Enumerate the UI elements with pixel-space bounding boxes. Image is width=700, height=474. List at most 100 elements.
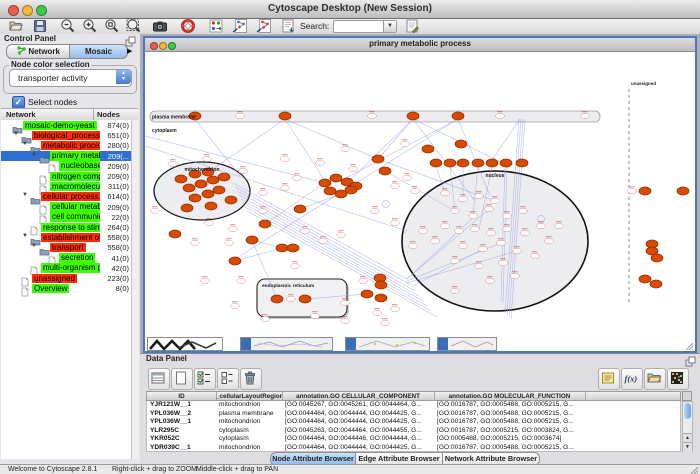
network-node-selected-color[interactable]: [430, 159, 442, 167]
network-node-selected-color[interactable]: [372, 155, 384, 163]
network-node[interactable]: [499, 260, 508, 265]
zoom-selected-icon[interactable]: [102, 19, 122, 33]
attribute-editor-icon[interactable]: [598, 368, 620, 390]
disclosure-arrow-icon[interactable]: ▼: [31, 152, 37, 158]
network-node[interactable]: [203, 156, 212, 161]
disclosure-arrow-icon[interactable]: ▼: [22, 233, 28, 239]
network-node[interactable]: [259, 208, 268, 213]
network-node-selected-color[interactable]: [287, 244, 299, 252]
disclosure-arrow-icon[interactable]: ▼: [22, 192, 28, 198]
network-node-selected-color[interactable]: [259, 220, 271, 228]
network-node-selected-color[interactable]: [345, 186, 357, 194]
network-node[interactable]: [409, 243, 418, 248]
new-attribute-icon[interactable]: [171, 368, 193, 390]
minimized-window-4[interactable]: [437, 337, 497, 351]
tree-row-primary-metabo[interactable]: ▼primary metabo209(...: [1, 151, 131, 161]
network-node-selected-color[interactable]: [207, 176, 219, 184]
network-node-selected-color[interactable]: [189, 194, 201, 202]
column-options-button[interactable]: [682, 391, 692, 401]
tree-row-macromolecule[interactable]: macromolecule311(0): [1, 181, 131, 191]
minimized-window-2[interactable]: [240, 337, 333, 351]
tree-row-cellular-metabo[interactable]: cellular metabo209(0): [1, 202, 131, 212]
network-node[interactable]: [169, 161, 178, 166]
network-node[interactable]: [261, 316, 270, 321]
scroll-down-button[interactable]: ▼: [683, 442, 692, 452]
network-node-selected-color[interactable]: [324, 187, 336, 195]
network-node[interactable]: [371, 208, 380, 213]
tree-row-cellular-process[interactable]: ▼cellular process614(0): [1, 191, 131, 201]
network-node-selected-color[interactable]: [205, 202, 217, 210]
network-node[interactable]: [311, 313, 320, 318]
network-node[interactable]: [337, 232, 346, 237]
tree-row-mosaic-demo-yeast[interactable]: mosaic-demo-yeast874(0): [1, 120, 131, 130]
network-node[interactable]: [341, 146, 350, 151]
tree-row-unassigned[interactable]: unassigned223(0): [1, 273, 131, 283]
network-node-selected-color[interactable]: [422, 145, 434, 153]
disclosure-arrow-icon[interactable]: ▼: [13, 131, 19, 137]
network-node[interactable]: [459, 196, 468, 201]
network-node[interactable]: [451, 208, 460, 213]
table-row[interactable]: YPL036W__1mitochondrion[GO:0044464, GO:0…: [147, 418, 680, 427]
network-node-selected-color[interactable]: [379, 167, 391, 175]
import-attributes-icon[interactable]: [644, 368, 666, 390]
network-node-selected-color[interactable]: [457, 159, 469, 167]
vizmapper-icon[interactable]: [206, 19, 226, 33]
tab-mosaic[interactable]: Mosaic: [69, 44, 128, 59]
tree-row-transport[interactable]: ▼transport558(0): [1, 242, 131, 252]
network-node-selected-color[interactable]: [183, 184, 195, 192]
new-network-from-selected-nodes-icon[interactable]: [230, 19, 250, 33]
network-node[interactable]: [231, 303, 240, 308]
network-node[interactable]: [401, 141, 410, 146]
network-node[interactable]: [555, 223, 564, 228]
search-dropdown-button[interactable]: ▼: [383, 21, 396, 32]
tree-row-secretion[interactable]: secretion41(0): [1, 253, 131, 263]
network-node-selected-color[interactable]: [516, 159, 528, 167]
network-node[interactable]: [479, 246, 488, 251]
network-node[interactable]: [391, 220, 400, 225]
network-node[interactable]: [287, 296, 296, 301]
network-node[interactable]: [581, 113, 590, 118]
network-node[interactable]: [341, 300, 350, 305]
network-node[interactable]: [201, 278, 210, 283]
table-row[interactable]: YPL036W__2plasma membrane[GO:0044464, GO…: [147, 410, 680, 419]
window-resize-grip[interactable]: [686, 343, 693, 350]
network-node-selected-color[interactable]: [299, 295, 311, 303]
network-node[interactable]: [391, 183, 400, 188]
network-node[interactable]: [451, 288, 460, 293]
table-scrollbar[interactable]: ▲ ▼: [682, 401, 693, 452]
minimized-window-3[interactable]: [345, 337, 430, 351]
column-header-annotation-go-molecular-function[interactable]: annotation.GO MOLECULAR_FUNCTION: [434, 392, 586, 401]
network-node[interactable]: [319, 238, 328, 243]
network-node[interactable]: [485, 206, 494, 211]
network-node[interactable]: [521, 230, 530, 235]
table-row[interactable]: YJR121W__1mitochondrion[GO:0045267, GO:0…: [147, 401, 680, 410]
network-node-selected-color[interactable]: [500, 159, 512, 167]
network-node[interactable]: [503, 226, 512, 231]
network-node[interactable]: [519, 208, 528, 213]
network-node[interactable]: [391, 306, 400, 311]
network-node[interactable]: [205, 220, 214, 225]
network-window-titlebar[interactable]: primary metabolic process: [145, 38, 695, 52]
tree-row-overview[interactable]: Overview8(0): [1, 283, 131, 293]
network-node[interactable]: [628, 188, 637, 193]
network-node[interactable]: [316, 160, 325, 165]
network-node-selected-color[interactable]: [271, 295, 283, 303]
network-node-selected-color[interactable]: [452, 112, 464, 120]
select-all-rows-icon[interactable]: [148, 368, 170, 390]
tree-row-metabolic-process[interactable]: ▼metabolic process280(0): [1, 140, 131, 150]
network-node[interactable]: [469, 213, 478, 218]
network-node-selected-color[interactable]: [375, 294, 387, 302]
network-node-selected-color[interactable]: [677, 187, 689, 195]
column-header-annotation-go-cellular-component[interactable]: annotation.GO CELLULAR_COMPONENT: [282, 392, 435, 401]
tab-network[interactable]: Network: [6, 44, 70, 59]
network-node-selected-color[interactable]: [218, 173, 230, 181]
scrollbar-thumb[interactable]: [684, 403, 691, 419]
network-node[interactable]: [496, 113, 505, 118]
network-node-selected-color[interactable]: [455, 140, 467, 148]
tree-row-establishment-of-lo[interactable]: ▼establishment of lo558(0): [1, 232, 131, 242]
network-node[interactable]: [441, 190, 450, 195]
network-node[interactable]: [513, 248, 522, 253]
network-node[interactable]: [291, 263, 300, 268]
new-network-from-selected-nodes-edges-icon[interactable]: [254, 19, 274, 33]
search-options-icon[interactable]: [402, 19, 422, 33]
